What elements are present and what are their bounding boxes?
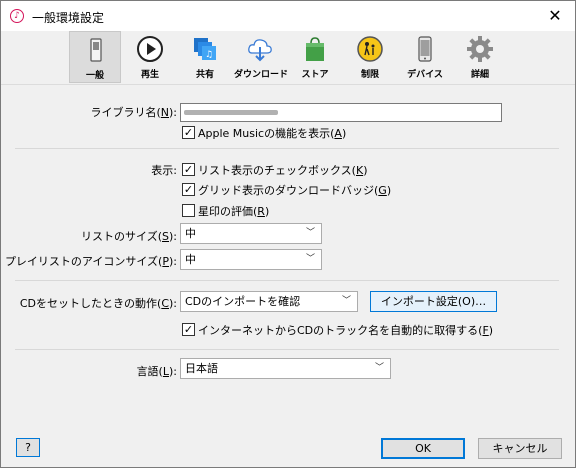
import-settings-button[interactable]: インポート設定(O)… (370, 291, 497, 312)
ok-button[interactable]: OK (381, 438, 465, 459)
tab-sharing-label: 共有 (195, 70, 214, 80)
chevron-down-icon: ﹀ (374, 363, 384, 373)
separator (15, 280, 559, 281)
star-rating-label: 星印の評価(R) (198, 205, 270, 218)
library-name-label: ライブラリ名(N): (90, 106, 177, 119)
cancel-button[interactable]: キャンセル (478, 438, 562, 459)
language-select[interactable]: 日本語 ﹀ (180, 358, 391, 379)
window-title: 一般環境設定 (32, 11, 105, 25)
tab-general[interactable]: 一般 (69, 31, 121, 83)
parental-control-icon (357, 36, 383, 62)
play-icon (137, 36, 163, 62)
gear-icon (467, 36, 493, 62)
track-names-label: インターネットからCDのトラック名を自動的に取得する(F) (198, 324, 494, 337)
close-button[interactable]: ✕ (535, 1, 575, 31)
tab-advanced-label: 詳細 (470, 70, 489, 80)
title-bar: ♪ 一般環境設定 ✕ (1, 1, 575, 31)
apple-music-label: Apple Musicの機能を表示(A) (198, 127, 347, 140)
help-button[interactable]: ? (16, 438, 40, 457)
download-cloud-icon (248, 39, 272, 62)
separator (15, 148, 559, 149)
tab-sharing[interactable]: ♫ 共有 (179, 31, 231, 83)
itunes-app-icon: ♪ (10, 9, 24, 23)
tab-advanced[interactable]: 詳細 (454, 31, 506, 83)
language-label: 言語(L): (136, 365, 177, 378)
tab-general-label: 一般 (85, 71, 104, 81)
list-checkbox-option[interactable]: ✓ (182, 163, 195, 176)
cd-action-label: CDをセットしたときの動作(C): (19, 297, 177, 310)
preferences-window: ♪ 一般環境設定 ✕ 一般 再生 ♫ 共有 ダウンロード ストア 制限 デバイス… (0, 0, 576, 468)
apple-music-checkbox[interactable]: ✓ (182, 126, 195, 139)
star-rating-checkbox[interactable] (182, 204, 195, 217)
track-names-checkbox[interactable]: ✓ (182, 323, 195, 336)
tab-download[interactable]: ダウンロード (234, 31, 289, 83)
playlist-icon-size-label: プレイリストのアイコンサイズ(P): (4, 255, 177, 268)
tab-store-label: ストア (301, 70, 329, 80)
grid-download-badge-label: グリッド表示のダウンロードバッジ(G) (198, 184, 392, 197)
device-icon (418, 36, 432, 62)
tab-devices[interactable]: デバイス (399, 31, 451, 83)
grid-download-badge-checkbox[interactable]: ✓ (182, 183, 195, 196)
tab-restrictions[interactable]: 制限 (344, 31, 396, 83)
list-checkbox-option-label: リスト表示のチェックボックス(K) (198, 164, 368, 177)
chevron-down-icon: ﹀ (305, 228, 315, 238)
tab-restrictions-label: 制限 (360, 70, 379, 80)
switch-icon (90, 38, 102, 62)
svg-text:♫: ♫ (205, 50, 213, 60)
list-size-label: リストのサイズ(S): (81, 230, 177, 243)
tab-playback-label: 再生 (140, 70, 159, 80)
separator (15, 349, 559, 350)
list-size-select[interactable]: 中 ﹀ (180, 223, 322, 244)
redacted-library-name (184, 110, 278, 115)
tab-download-label: ダウンロード (234, 70, 289, 80)
chevron-down-icon: ﹀ (341, 296, 351, 306)
tab-playback[interactable]: 再生 (124, 31, 176, 83)
chevron-down-icon: ﹀ (305, 254, 315, 264)
sharing-icon: ♫ (194, 38, 216, 60)
cd-action-select[interactable]: CDのインポートを確認 ﹀ (180, 291, 358, 312)
tab-store[interactable]: ストア (289, 31, 341, 83)
playlist-icon-size-select[interactable]: 中 ﹀ (180, 249, 322, 270)
library-name-input[interactable] (180, 103, 502, 122)
store-bag-icon (306, 37, 324, 61)
preferences-toolbar: 一般 再生 ♫ 共有 ダウンロード ストア 制限 デバイス 詳細 (1, 31, 575, 85)
display-label: 表示: (151, 164, 177, 177)
tab-devices-label: デバイス (407, 70, 443, 80)
